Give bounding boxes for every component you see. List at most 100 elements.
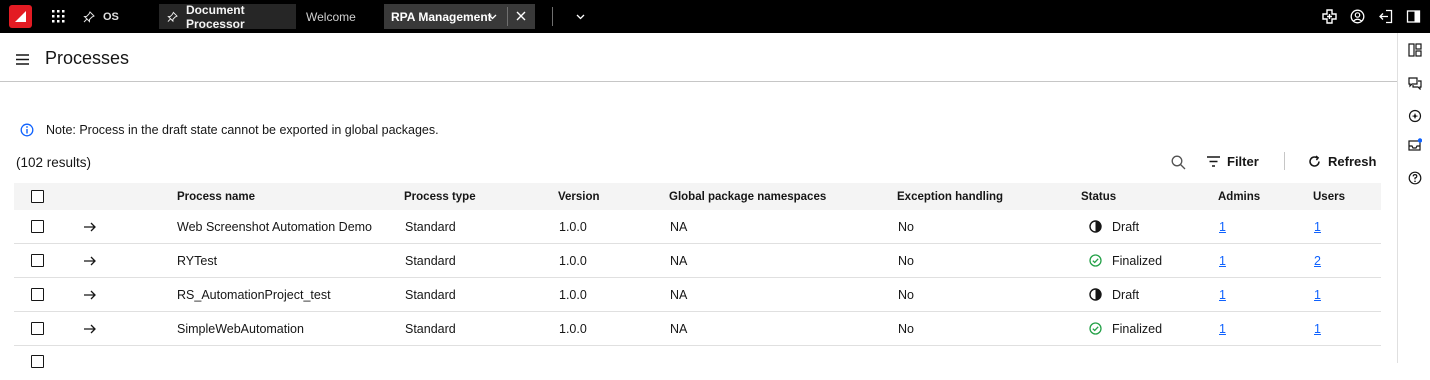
tab-label: Welcome	[306, 9, 356, 24]
row-checkbox-box[interactable]	[31, 288, 44, 301]
row-open[interactable]	[84, 210, 96, 243]
chevron-down-icon[interactable]	[487, 11, 498, 22]
status-label: Draft	[1112, 219, 1140, 234]
arrow-right-icon[interactable]	[84, 256, 96, 266]
admins-link[interactable]: 1	[1219, 278, 1226, 311]
process-name: RS_AutomationProject_test	[177, 287, 331, 302]
user-avatar-icon[interactable]	[1350, 9, 1365, 24]
arrow-right-icon[interactable]	[84, 222, 96, 232]
users-count[interactable]: 1	[1314, 220, 1321, 234]
tab-welcome[interactable]: Welcome	[298, 4, 376, 29]
close-icon[interactable]	[515, 10, 527, 22]
help-icon[interactable]	[1408, 171, 1422, 185]
users-link[interactable]: 1	[1314, 312, 1321, 345]
users-link[interactable]: 1	[1314, 210, 1321, 243]
select-all-checkbox-box[interactable]	[31, 190, 44, 203]
table-row[interactable]: RYTest Standard 1.0.0 NA No Finalized 1 …	[14, 244, 1381, 278]
admins-link[interactable]: 1	[1219, 244, 1226, 277]
draft-status-icon	[1089, 288, 1102, 301]
chevron-down-icon[interactable]	[575, 11, 586, 22]
admins-count[interactable]: 1	[1219, 220, 1226, 234]
arrow-right-icon[interactable]	[84, 324, 96, 334]
column-header-version[interactable]: Version	[558, 183, 600, 210]
search-icon[interactable]	[1171, 155, 1186, 170]
note-text: Note: Process in the draft state cannot …	[46, 123, 439, 137]
column-header-exception-handling[interactable]: Exception handling	[897, 183, 1003, 210]
process-name: Web Screenshot Automation Demo	[177, 219, 373, 234]
column-header-process-name[interactable]: Process name	[177, 183, 255, 210]
column-header-users[interactable]: Users	[1313, 183, 1345, 210]
users-count[interactable]: 1	[1314, 322, 1321, 336]
users-link[interactable]: 2	[1314, 244, 1321, 277]
app-logo[interactable]	[9, 5, 32, 28]
tab-document-processor[interactable]: Document Processor	[159, 3, 296, 31]
logout-icon[interactable]	[1378, 9, 1393, 24]
admins-count[interactable]: 1	[1219, 254, 1226, 268]
row-open[interactable]	[84, 278, 96, 311]
top-navigation-bar: OS Document Processor Welcome RPA Manage…	[0, 0, 1430, 33]
users-link[interactable]: 1	[1314, 278, 1321, 311]
refresh-button[interactable]: Refresh	[1308, 154, 1376, 169]
topbar-divider	[552, 7, 553, 26]
processes-table: Process name Process type Version Global…	[14, 183, 1381, 380]
filter-button[interactable]: Filter	[1207, 154, 1259, 169]
status-cell: Draft	[1089, 278, 1139, 311]
row-checkbox-box[interactable]	[31, 355, 44, 368]
row-open[interactable]	[84, 312, 96, 345]
row-checkbox[interactable]	[31, 210, 44, 243]
chat-icon[interactable]	[1408, 76, 1422, 90]
table-row[interactable]: SimpleWebAutomation Standard 1.0.0 NA No…	[14, 312, 1381, 346]
app-grid-icon[interactable]	[52, 10, 65, 23]
select-all-checkbox[interactable]	[31, 183, 44, 210]
column-header-admins[interactable]: Admins	[1218, 183, 1260, 210]
arrow-right-icon[interactable]	[84, 290, 96, 300]
panel-icon[interactable]	[1406, 9, 1421, 24]
process-type: Standard	[405, 219, 456, 234]
process-version: 1.0.0	[559, 287, 587, 302]
status-cell: Finalized	[1089, 244, 1162, 277]
process-version: 1.0.0	[559, 321, 587, 336]
tab-divider	[507, 7, 508, 26]
assistant-icon[interactable]	[1408, 109, 1422, 123]
admins-count[interactable]: 1	[1219, 322, 1226, 336]
os-label: OS	[103, 10, 119, 23]
tab-rpa-management[interactable]: RPA Management	[384, 4, 535, 29]
table-row[interactable]: RS_AutomationProject_test Standard 1.0.0…	[14, 278, 1381, 312]
results-count: (102 results)	[16, 155, 92, 170]
process-type: Standard	[405, 253, 456, 268]
status-label: Finalized	[1112, 253, 1163, 268]
add-icon[interactable]	[1322, 9, 1337, 24]
admins-count[interactable]: 1	[1219, 288, 1226, 302]
row-checkbox[interactable]	[31, 312, 44, 345]
column-header-status[interactable]: Status	[1081, 183, 1116, 210]
refresh-icon	[1309, 155, 1320, 167]
page-title: Processes	[45, 48, 130, 68]
users-count[interactable]: 2	[1314, 254, 1321, 268]
row-checkbox-box[interactable]	[31, 254, 44, 267]
inbox-icon[interactable]	[1408, 138, 1422, 152]
admins-link[interactable]: 1	[1219, 210, 1226, 243]
os-menu[interactable]: OS	[83, 0, 119, 33]
package-namespaces: NA	[670, 321, 688, 336]
row-checkbox[interactable]	[31, 278, 44, 311]
info-note: Note: Process in the draft state cannot …	[20, 123, 439, 137]
table-row[interactable]: Web Screenshot Automation Demo Standard …	[14, 210, 1381, 244]
exception-handling: No	[898, 321, 914, 336]
pin-icon	[83, 10, 95, 23]
users-count[interactable]: 1	[1314, 288, 1321, 302]
finalized-status-icon	[1089, 254, 1102, 267]
row-checkbox-box[interactable]	[31, 220, 44, 233]
column-header-global-package-namespaces[interactable]: Global package namespaces	[669, 183, 826, 210]
column-header-process-type[interactable]: Process type	[404, 183, 476, 210]
dashboard-icon[interactable]	[1408, 43, 1422, 57]
row-checkbox[interactable]	[31, 244, 44, 277]
package-namespaces: NA	[670, 287, 688, 302]
status-label: Finalized	[1112, 321, 1163, 336]
status-label: Draft	[1112, 287, 1140, 302]
row-checkbox[interactable]	[31, 346, 44, 380]
row-open[interactable]	[84, 244, 96, 277]
menu-icon[interactable]	[16, 54, 29, 65]
admins-link[interactable]: 1	[1219, 312, 1226, 345]
row-checkbox-box[interactable]	[31, 322, 44, 335]
right-side-rail	[1397, 33, 1430, 363]
